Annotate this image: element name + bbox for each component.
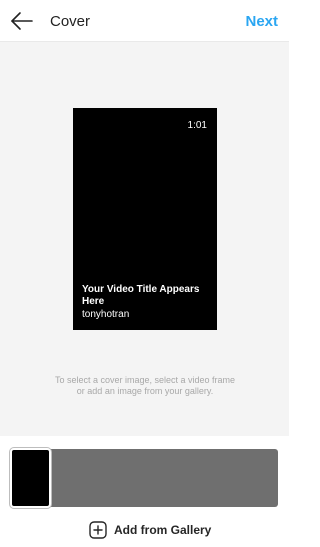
video-duration: 1:01 xyxy=(187,120,207,131)
cover-selection-panel: Add from Gallery xyxy=(0,436,289,547)
video-cover-preview: 1:01 Your Video Title Appears Here tonyh… xyxy=(73,108,217,330)
add-from-gallery-label: Add from Gallery xyxy=(114,523,212,537)
plus-square-icon xyxy=(89,521,107,539)
cover-screen: Cover Next 1:01 Your Video Title Appears… xyxy=(0,0,289,547)
add-from-gallery-button[interactable]: Add from Gallery xyxy=(89,520,211,540)
video-username: tonyhotran xyxy=(82,309,130,320)
back-button[interactable] xyxy=(10,10,34,32)
page-title: Cover xyxy=(50,13,91,30)
instruction-text: To select a cover image, select a video … xyxy=(54,375,236,396)
arrow-left-icon xyxy=(11,12,33,30)
cover-preview-area: 1:01 Your Video Title Appears Here tonyh… xyxy=(0,42,289,436)
next-button[interactable]: Next xyxy=(245,13,278,30)
top-bar: Cover Next xyxy=(0,0,289,42)
video-title: Your Video Title Appears Here xyxy=(82,284,200,307)
selected-frame-thumbnail[interactable] xyxy=(10,448,51,508)
